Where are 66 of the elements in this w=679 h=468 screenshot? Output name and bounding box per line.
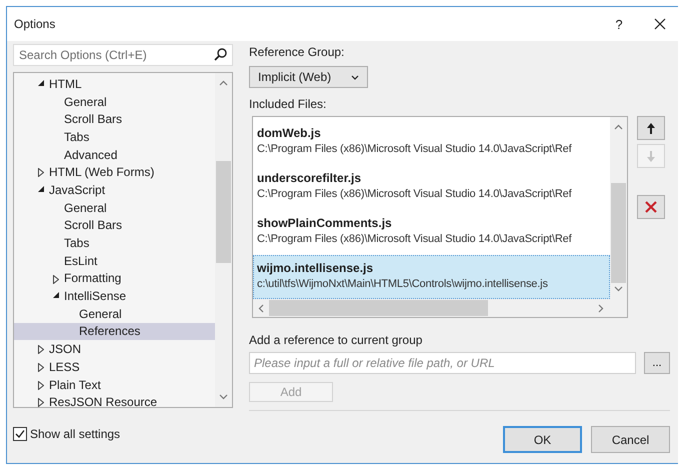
tree-item[interactable]: General [14, 304, 216, 323]
file-path-field[interactable]: Please input a full or relative file path, or URL [249, 352, 636, 374]
file-entry[interactable]: underscorefilter.js C:\Program Files (x86)\Microsoft Visual Studio 14.0\JavaScript\Ref [253, 165, 610, 209]
scrollbar[interactable] [215, 73, 232, 407]
tree-item[interactable]: References [14, 322, 216, 340]
tree-item[interactable]: EsLint [14, 252, 216, 270]
checkbox[interactable] [13, 427, 27, 441]
tree-item[interactable]: General [14, 92, 216, 110]
file-name: underscorefilter.js [257, 170, 362, 186]
arrow-down-icon [647, 150, 655, 162]
tree-item[interactable]: Scroll Bars [14, 110, 216, 128]
close-icon[interactable] [654, 18, 666, 30]
scrollbar[interactable] [610, 117, 627, 299]
file-name: showPlainComments.js [257, 215, 393, 231]
checkbox-label[interactable]: Show all settings [30, 427, 120, 441]
tree-item[interactable]: JSON [14, 340, 216, 358]
file-path: c:\util\tfs\WijmoNxt\Main\HTML5\Controls\wijmo.intellisense.js [257, 277, 549, 292]
file-path: C:\Program Files (x86)\Microsoft Visual Studio 14.0\JavaScript\Ref [257, 142, 573, 157]
field-label: Reference Group: [249, 44, 346, 60]
chevron-up-icon [614, 124, 623, 130]
move-up-button[interactable] [637, 116, 665, 140]
scrollbar-thumb[interactable] [216, 161, 231, 263]
chevron-up-icon [219, 80, 228, 86]
file-name: domWeb.js [257, 125, 322, 141]
chevron-left-icon [258, 304, 264, 313]
search-icon [214, 48, 227, 61]
window-title: Options [14, 17, 56, 31]
field-label: Add a reference to current group [249, 332, 424, 348]
dropdown[interactable]: Implicit (Web) [249, 66, 368, 88]
chevron-down-icon [219, 394, 228, 400]
browse-button[interactable]: ... [644, 352, 670, 374]
remove-button[interactable] [637, 195, 665, 219]
tree-item[interactable]: ResJSON Resource [14, 393, 216, 407]
tree-item[interactable]: Tabs [14, 234, 216, 252]
tree-item[interactable]: JavaScript [14, 181, 216, 199]
tree-item[interactable]: Advanced [14, 146, 216, 164]
file-entry[interactable]: wijmo.intellisense.js c:\util\tfs\WijmoNxt\Main\HTML5\Controls\wijmo.intellisense.js [253, 255, 610, 299]
chevron-right-icon [598, 304, 604, 313]
scrollbar[interactable] [253, 299, 610, 317]
field-label: Included Files: [249, 96, 328, 112]
scrollbar-thumb[interactable] [269, 300, 488, 316]
arrow-up-icon [647, 122, 655, 134]
ok-button[interactable]: OK [503, 426, 582, 453]
file-entry[interactable]: domWeb.js C:\Program Files (x86)\Microsoft Visual Studio 14.0\JavaScript\Ref [253, 120, 610, 164]
tree-item[interactable]: General [14, 198, 216, 216]
file-path: C:\Program Files (x86)\Microsoft Visual Studio 14.0\JavaScript\Ref [257, 232, 573, 247]
cancel-button[interactable]: Cancel [591, 426, 670, 453]
tree-item[interactable]: Plain Text [14, 376, 216, 394]
tree-item[interactable]: IntelliSense [14, 287, 216, 305]
search-field[interactable]: Search Options (Ctrl+E) [13, 44, 233, 66]
tree-item[interactable]: HTML [14, 75, 216, 93]
tree-item[interactable]: LESS [14, 358, 216, 376]
tree-item[interactable]: Tabs [14, 128, 216, 146]
delete-x-icon [645, 201, 657, 213]
tree-item[interactable]: Formatting [14, 270, 216, 288]
chevron-down-icon [351, 74, 359, 80]
help-button[interactable]: ? [604, 16, 634, 32]
file-list[interactable] [252, 116, 628, 318]
scrollbar-thumb[interactable] [611, 183, 626, 283]
tree-item[interactable]: HTML (Web Forms) [14, 163, 216, 182]
file-entry[interactable]: showPlainComments.js C:\Program Files (x86)\Microsoft Visual Studio 14.0\JavaScript\Ref [253, 210, 610, 254]
checkmark-icon [15, 429, 25, 439]
file-path: C:\Program Files (x86)\Microsoft Visual Studio 14.0\JavaScript\Ref [257, 187, 573, 202]
chevron-down-icon [614, 286, 623, 292]
tree-item[interactable]: Scroll Bars [14, 216, 216, 234]
file-name: wijmo.intellisense.js [257, 260, 374, 276]
